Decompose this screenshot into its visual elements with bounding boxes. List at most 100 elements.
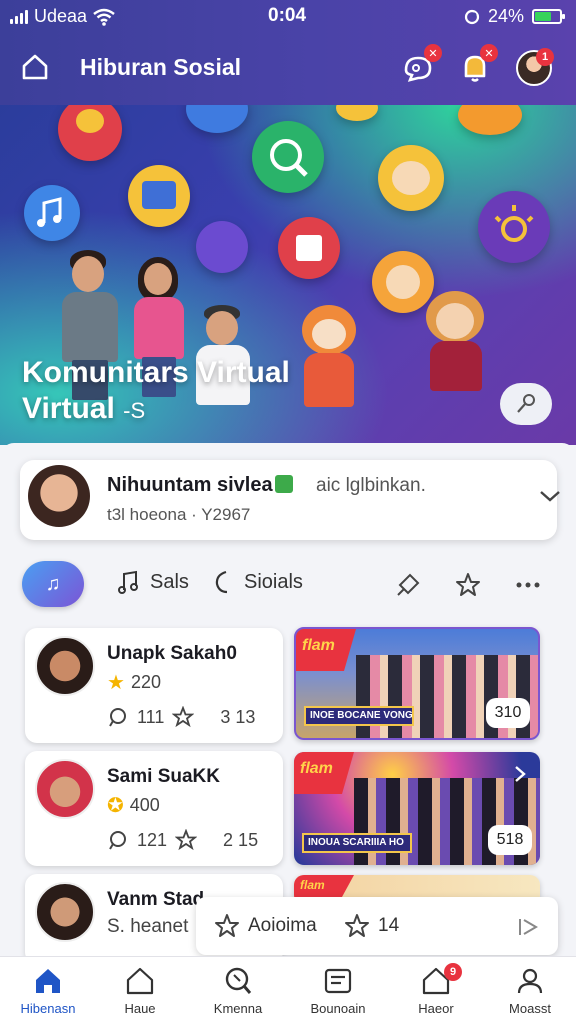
floating-left-label: Aoioima xyxy=(248,915,317,936)
microphone-icon xyxy=(517,394,535,413)
star-outline-icon[interactable] xyxy=(175,829,198,851)
star-outline-icon xyxy=(215,914,239,937)
music-note-icon xyxy=(118,570,138,594)
home-icon[interactable] xyxy=(20,52,50,82)
tab-sioials-label: Sioials xyxy=(244,570,303,593)
sun-bubble-icon xyxy=(478,191,550,263)
post-media[interactable]: flam INOE BOCANE VONGSS 310 xyxy=(294,627,540,740)
star-outline-icon xyxy=(345,914,369,937)
post-card[interactable]: Unapk Sakah0 ★ 220 111 3 13 xyxy=(25,628,283,743)
post-avatar[interactable] xyxy=(35,759,95,819)
signal-icon xyxy=(10,9,28,24)
nav-item-feed[interactable]: Bounoain xyxy=(290,965,386,1016)
chat-badge: ✕ xyxy=(424,44,442,62)
chevron-down-icon[interactable] xyxy=(538,484,562,508)
post-author: Vanm Stad xyxy=(107,889,205,910)
nav-badge: 9 xyxy=(444,963,462,981)
profile-icon xyxy=(517,968,543,994)
verified-icon xyxy=(274,475,293,493)
user-card[interactable]: Nihuuntam sivlea aic lglbinkan. t3l hoeo… xyxy=(20,460,560,540)
gift-bubble-icon xyxy=(128,165,190,227)
star-count: 2 15 xyxy=(223,829,259,850)
app-title: Hiburan Sosial xyxy=(80,54,242,80)
user-avatar[interactable] xyxy=(28,465,90,527)
more-icon[interactable] xyxy=(514,571,542,599)
nav-item-profile[interactable]: Moasst xyxy=(482,965,576,1016)
post-score: ✪ 400 xyxy=(107,793,160,818)
post-card[interactable]: Sami SuaKK ✪ 400 121 2 15 xyxy=(25,751,283,866)
post-score-value: 220 xyxy=(130,672,161,692)
tab-sals[interactable]: Sals xyxy=(116,569,189,595)
house-outline-icon xyxy=(126,967,154,995)
send-icon[interactable] xyxy=(516,915,540,939)
media-logo: flam xyxy=(294,752,354,794)
post-avatar[interactable] xyxy=(35,636,95,696)
post-subtitle: S. heanet xyxy=(107,916,189,937)
header-nav: Hiburan Sosial ✕ ✕ 1 xyxy=(0,40,576,96)
nav-item-notifications[interactable]: 9 Haeor xyxy=(388,963,484,1016)
nav-item-house[interactable]: Haue xyxy=(92,965,188,1016)
hero-title-suffix: -S xyxy=(123,398,146,423)
status-bar: Udeaa 0:04 24% xyxy=(0,0,576,32)
tab-sals-label: Sals xyxy=(150,570,189,593)
top-bar: Udeaa 0:04 24% Hiburan Sosial ✕ ✕ 1 xyxy=(0,0,576,105)
star-outline-icon[interactable] xyxy=(172,706,195,728)
hero-action-button[interactable] xyxy=(500,383,552,425)
star-icon[interactable] xyxy=(454,571,482,599)
nav-item-search[interactable]: Kmenna xyxy=(190,965,286,1016)
wifi-icon xyxy=(93,8,115,26)
post-media[interactable]: flam INOUA SCARIIIA HO 518 xyxy=(294,752,540,865)
nav-item-home[interactable]: Hibenasn xyxy=(0,965,96,1016)
music-bubble-icon xyxy=(24,185,80,241)
star-filled-icon: ★ xyxy=(107,672,125,694)
pin-icon[interactable] xyxy=(394,571,422,599)
bubble-icon xyxy=(458,105,522,135)
comment-count: 121 xyxy=(137,829,168,850)
hero-title-line2: Virtual xyxy=(22,392,115,425)
hero-title: Komunitars Virtual Virtual -S xyxy=(22,355,362,429)
floating-right[interactable]: 14 xyxy=(344,913,399,939)
sync-icon xyxy=(464,9,480,24)
book-bubble-icon xyxy=(278,217,340,279)
avatar-badge: 1 xyxy=(536,48,554,66)
search-bubble-icon xyxy=(252,121,324,193)
tab-sioials[interactable]: Sioials xyxy=(210,569,303,595)
media-count: 310 xyxy=(486,698,530,728)
post-author: Unapk Sakah0 xyxy=(107,643,237,664)
carrier-label: Udeaa xyxy=(34,6,88,26)
chevron-right-icon[interactable] xyxy=(510,764,530,784)
face-bubble-icon xyxy=(378,145,444,211)
hero-title-line1: Komunitars Virtual xyxy=(22,356,290,389)
battery-percent: 24% xyxy=(487,6,524,26)
search-icon xyxy=(225,967,252,994)
floating-left[interactable]: Aoioima xyxy=(214,913,317,939)
floating-card[interactable]: Aoioima 14 xyxy=(196,897,558,955)
post-meta: 121 2 15 xyxy=(107,829,258,851)
badge-icon: ✪ xyxy=(107,795,124,817)
status-left: Udeaa xyxy=(10,6,115,27)
bear-mascot xyxy=(420,291,490,421)
media-logo: flam xyxy=(296,629,356,671)
post-avatar[interactable] xyxy=(35,882,95,942)
nav-label: Bounoain xyxy=(310,1001,366,1016)
content-tabs: ♫ Sals Sioials xyxy=(0,561,576,611)
bell-button[interactable]: ✕ xyxy=(456,44,498,86)
music-badge-icon[interactable]: ♫ xyxy=(22,561,84,607)
chat-button[interactable]: ✕ xyxy=(400,44,442,86)
profile-avatar[interactable]: 1 xyxy=(516,48,554,86)
home-icon xyxy=(36,969,60,993)
hero-banner: Komunitars Virtual Virtual -S xyxy=(0,105,576,445)
post-score: ★ 220 xyxy=(107,670,161,695)
post-author: Sami SuaKK xyxy=(107,766,220,787)
bottom-nav: Hibenasn Haue Kmenna Bounoain 9 Haeor Mo… xyxy=(0,956,576,1024)
comment-icon[interactable] xyxy=(107,829,129,851)
user-name: Nihuuntam sivlea xyxy=(107,474,293,497)
nav-label: Kmenna xyxy=(213,1001,263,1016)
post-score-value: 400 xyxy=(129,795,160,815)
comment-icon[interactable] xyxy=(107,706,129,728)
game-bubble-icon xyxy=(196,221,248,273)
feed-icon xyxy=(324,968,352,994)
user-subtitle: t3l hoeona · Y2967 xyxy=(107,505,251,524)
crescent-icon xyxy=(215,570,228,594)
user-extra: aic lglbinkan. xyxy=(316,475,426,496)
